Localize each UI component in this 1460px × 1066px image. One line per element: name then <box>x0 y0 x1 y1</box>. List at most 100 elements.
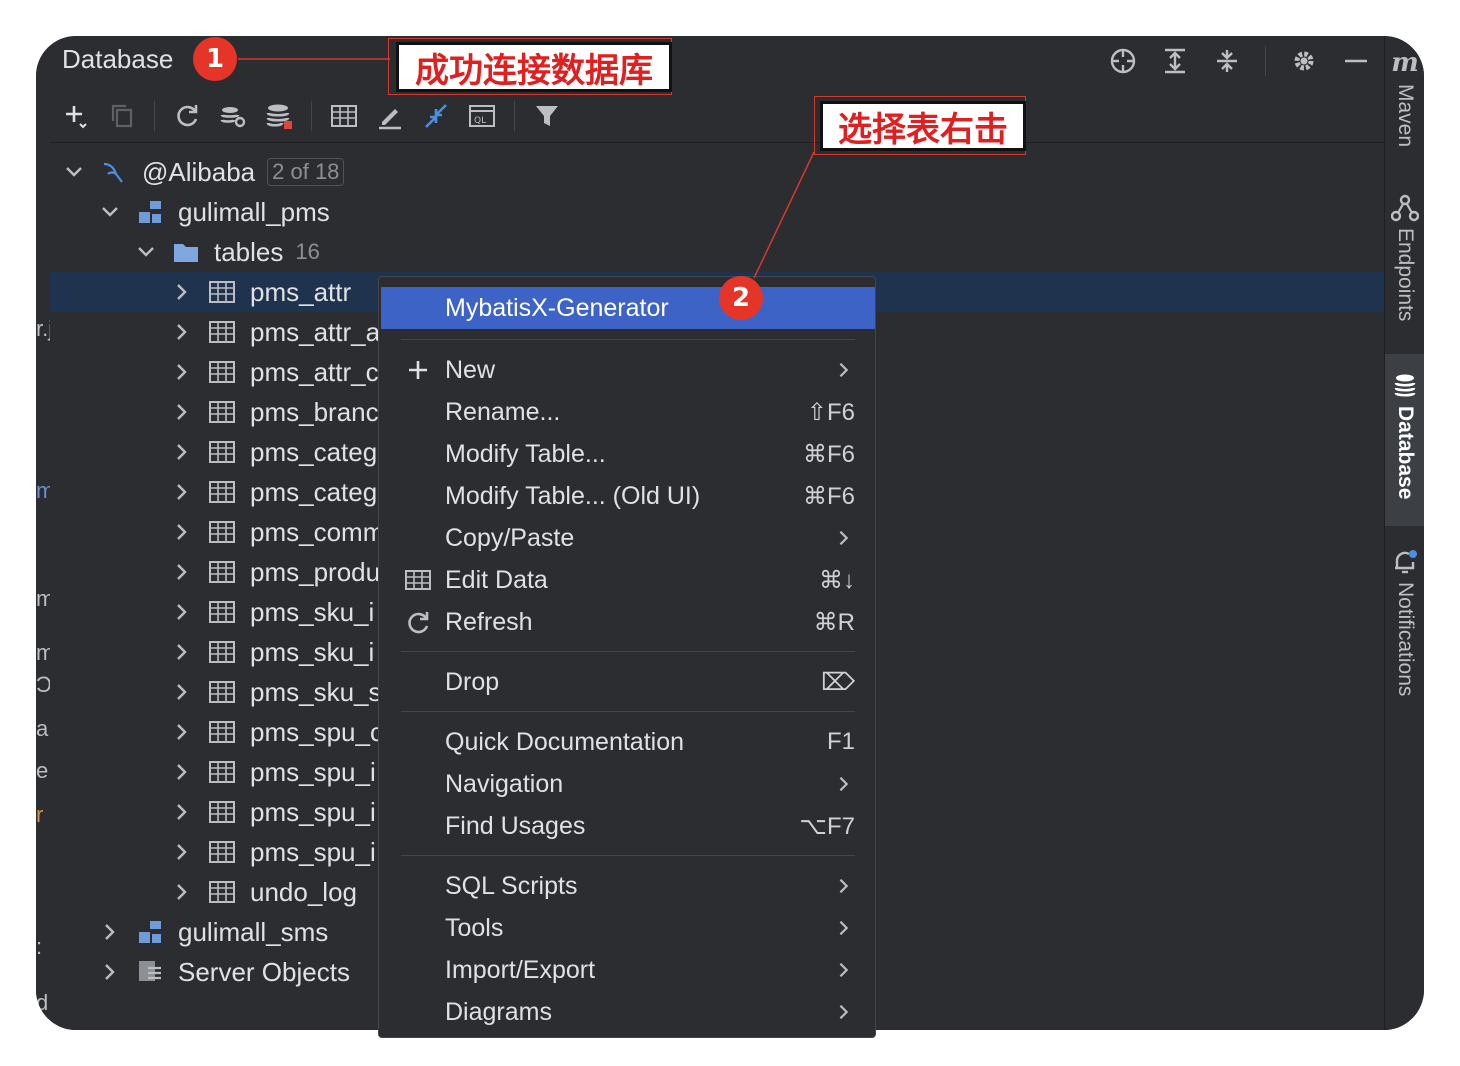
menu-item-modify-table[interactable]: Modify Table... ⌘F6 <box>379 433 875 475</box>
chevron-down-icon[interactable] <box>64 162 84 182</box>
chevron-right-icon <box>839 878 849 894</box>
table-name: pms_spu_c <box>250 716 383 747</box>
refresh-icon[interactable] <box>173 102 201 130</box>
tab-endpoints[interactable]: Endpoints <box>1385 194 1424 321</box>
schema-icon <box>139 921 161 943</box>
chevron-right-icon[interactable] <box>100 962 120 982</box>
menu-item-navigation[interactable]: Navigation <box>379 763 875 805</box>
menu-item-diagrams[interactable]: Diagrams <box>379 991 875 1033</box>
chevron-right-icon[interactable] <box>172 562 192 582</box>
server-objects-label: Server Objects <box>178 956 350 987</box>
chevron-down-icon[interactable] <box>136 242 156 262</box>
menu-item-sql-scripts[interactable]: SQL Scripts <box>379 865 875 907</box>
menu-item-label: Diagrams <box>445 997 552 1026</box>
table-name: pms_spu_i <box>250 836 376 867</box>
step-badge-2: 2 <box>719 276 763 320</box>
panel-header-actions <box>1109 40 1384 82</box>
edit-icon[interactable] <box>376 102 404 130</box>
menu-item-refresh[interactable]: Refresh ⌘R <box>379 601 875 643</box>
right-tool-window-bar: m Maven Endpoints Database Notifications <box>1384 36 1424 1030</box>
table-icon <box>209 401 235 423</box>
chevron-right-icon[interactable] <box>172 682 192 702</box>
menu-item-label: SQL Scripts <box>445 871 578 900</box>
chevron-right-icon[interactable] <box>172 482 192 502</box>
chevron-right-icon[interactable] <box>172 402 192 422</box>
add-icon[interactable] <box>62 102 90 130</box>
tab-maven[interactable]: m Maven <box>1385 48 1424 147</box>
endpoints-icon <box>1391 194 1419 222</box>
chevron-right-icon[interactable] <box>172 362 192 382</box>
editor-edge: r.j m m m Ɔ a e r : d <box>36 36 54 1030</box>
maven-logo-icon: m <box>1391 48 1419 78</box>
edge-glyph: a <box>36 716 49 741</box>
chevron-right-icon[interactable] <box>172 322 192 342</box>
data-source-properties-icon[interactable] <box>265 102 293 130</box>
menu-item-edit-data[interactable]: Edit Data ⌘↓ <box>379 559 875 601</box>
tab-database[interactable]: Database <box>1385 354 1424 526</box>
menu-item-new[interactable]: New <box>379 349 875 391</box>
table-icon <box>209 801 235 823</box>
tree-tables-folder-row[interactable]: tables 16 <box>50 232 1384 272</box>
table-icon <box>209 321 235 343</box>
table-name: pms_categ <box>250 436 378 467</box>
menu-separator <box>401 855 855 856</box>
filter-icon[interactable] <box>533 102 561 130</box>
locate-icon[interactable] <box>1109 47 1137 75</box>
panel-title: Database <box>62 44 174 74</box>
menu-item-import-export[interactable]: Import/Export <box>379 949 875 991</box>
table-icon <box>209 721 235 743</box>
query-console-icon[interactable]: QL <box>468 102 496 130</box>
table-name: undo_log <box>250 876 357 907</box>
menu-item-mybatisx-generator[interactable]: MybatisX-Generator <box>381 287 875 329</box>
menu-item-label: Import/Export <box>445 955 596 984</box>
table-name: pms_categ <box>250 476 378 507</box>
jump-to-console-icon[interactable] <box>422 102 450 130</box>
chevron-right-icon[interactable] <box>172 522 192 542</box>
menu-item-copy-paste[interactable]: Copy/Paste <box>379 517 875 559</box>
table-icon <box>209 561 235 583</box>
menu-item-tools[interactable]: Tools <box>379 907 875 949</box>
menu-item-drop[interactable]: Drop ⌦ <box>379 661 875 703</box>
minimize-icon[interactable] <box>1342 47 1370 75</box>
chevron-right-icon[interactable] <box>172 762 192 782</box>
chevron-right-icon[interactable] <box>172 842 192 862</box>
tree-connection-row[interactable]: @Alibaba 2 of 18 <box>50 152 1384 192</box>
chevron-down-icon[interactable] <box>100 202 120 222</box>
menu-item-label: Edit Data <box>445 565 548 594</box>
table-icon <box>209 481 235 503</box>
tab-notifications[interactable]: Notifications <box>1385 548 1424 696</box>
table-icon <box>209 881 235 903</box>
toolbar-separator <box>514 101 515 131</box>
chevron-right-icon[interactable] <box>100 922 120 942</box>
chevron-right-icon[interactable] <box>172 642 192 662</box>
chevron-right-icon[interactable] <box>172 802 192 822</box>
menu-separator <box>401 651 855 652</box>
schema-label: gulimall_pms <box>178 196 330 227</box>
chevron-right-icon[interactable] <box>172 602 192 622</box>
menu-item-modify-table-old-ui[interactable]: Modify Table... (Old UI) ⌘F6 <box>379 475 875 517</box>
chevron-right-icon <box>839 776 849 792</box>
tree-schema-row[interactable]: gulimall_pms <box>50 192 1384 232</box>
chevron-right-icon[interactable] <box>172 882 192 902</box>
chevron-right-icon[interactable] <box>172 442 192 462</box>
schema-settings-icon[interactable] <box>219 102 247 130</box>
table-name: pms_attr_c <box>250 356 379 387</box>
chevron-right-icon[interactable] <box>172 722 192 742</box>
menu-item-label: Quick Documentation <box>445 727 685 756</box>
server-objects-icon <box>139 961 161 981</box>
table-icon[interactable] <box>330 102 358 130</box>
edge-glyph: d <box>36 990 49 1015</box>
plus-icon <box>409 361 427 379</box>
duplicate-icon[interactable] <box>108 102 136 130</box>
folder-icon <box>174 244 198 262</box>
step-badge-1: 1 <box>193 37 237 81</box>
table-icon <box>209 281 235 303</box>
menu-item-quick-documentation[interactable]: Quick Documentation F1 <box>379 721 875 763</box>
edge-glyph: e <box>36 758 49 783</box>
chevron-right-icon[interactable] <box>172 282 192 302</box>
gear-icon[interactable] <box>1290 47 1318 75</box>
collapse-all-icon[interactable] <box>1213 47 1241 75</box>
expand-all-icon[interactable] <box>1161 47 1189 75</box>
menu-item-rename[interactable]: Rename... ⇧F6 <box>379 391 875 433</box>
menu-item-find-usages[interactable]: Find Usages ⌥F7 <box>379 805 875 847</box>
